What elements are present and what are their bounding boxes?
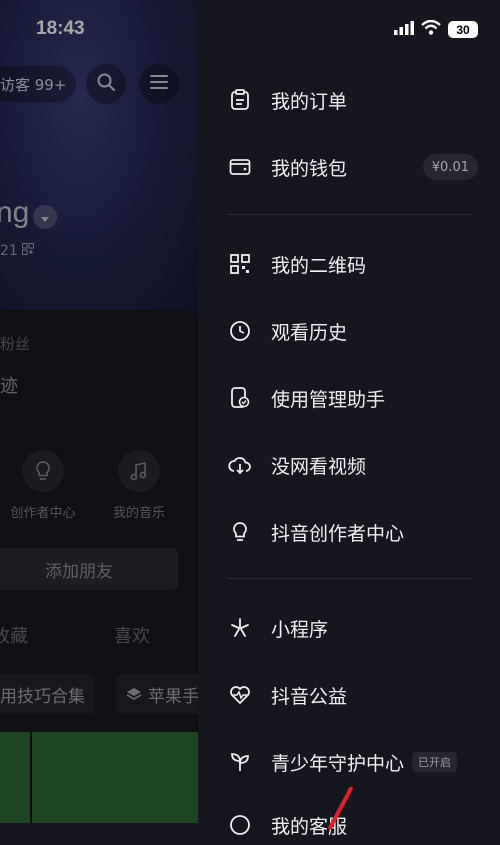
heart-pulse-icon <box>228 683 252 707</box>
menu-item-label: 没网看视频 <box>271 455 367 478</box>
menu-item-my-orders[interactable]: 我的订单 <box>198 80 500 120</box>
menu-item-creator-center[interactable]: 抖音创作者中心 <box>198 512 500 552</box>
sprout-icon <box>228 750 252 774</box>
menu-item-label: 我的订单 <box>271 90 348 113</box>
order-clipboard-icon <box>228 88 252 112</box>
cloud-download-icon <box>228 453 252 477</box>
menu-item-label: 抖音创作者中心 <box>271 522 405 545</box>
menu-item-youth-protection[interactable]: 青少年守护中心 已开启 <box>198 742 500 782</box>
asterisk-icon <box>228 616 252 640</box>
headset-icon <box>228 813 252 837</box>
clock-icon <box>228 319 252 343</box>
youth-mode-status-badge: 已开启 <box>412 752 458 772</box>
menu-item-label: 我的钱包 <box>271 157 348 180</box>
menu-item-usage-assistant[interactable]: 使用管理助手 <box>198 378 500 418</box>
wallet-balance-badge: ¥0.01 <box>422 154 478 180</box>
menu-item-label: 青少年守护中心 <box>271 752 405 775</box>
drawer-overlay[interactable] <box>0 0 200 823</box>
menu-item-label: 使用管理助手 <box>271 388 386 411</box>
menu-item-offline-video[interactable]: 没网看视频 <box>198 445 500 485</box>
menu-item-customer-service[interactable]: 我的客服 <box>198 805 500 845</box>
side-drawer: 30 我的订单 我的钱包 ¥0.01 我的二维码 观看历史 使用管理助手 没网看… <box>198 0 500 838</box>
profile-page-background: 18:43 访客 99+ ng 21 粉丝 迹 创作者中心 我的音乐 添加朋友 … <box>0 0 200 823</box>
menu-item-label: 小程序 <box>271 618 329 641</box>
menu-item-mini-programs[interactable]: 小程序 <box>198 608 500 648</box>
menu-item-charity[interactable]: 抖音公益 <box>198 675 500 715</box>
lightbulb-icon <box>228 520 252 544</box>
menu-item-label: 我的二维码 <box>271 254 367 277</box>
status-indicators: 30 <box>394 19 478 39</box>
menu-item-watch-history[interactable]: 观看历史 <box>198 311 500 351</box>
menu-divider <box>227 578 472 579</box>
menu-item-label: 观看历史 <box>271 321 348 344</box>
menu-divider <box>227 214 472 215</box>
menu-item-qr-code[interactable]: 我的二维码 <box>198 244 500 284</box>
signal-icon <box>394 20 414 39</box>
wallet-icon <box>228 155 252 179</box>
menu-item-label: 抖音公益 <box>271 685 348 708</box>
phone-timer-icon <box>228 386 252 410</box>
qr-code-icon <box>228 252 252 276</box>
wifi-icon <box>421 19 441 39</box>
battery-indicator: 30 <box>448 21 478 38</box>
menu-item-wallet[interactable]: 我的钱包 ¥0.01 <box>198 147 500 187</box>
